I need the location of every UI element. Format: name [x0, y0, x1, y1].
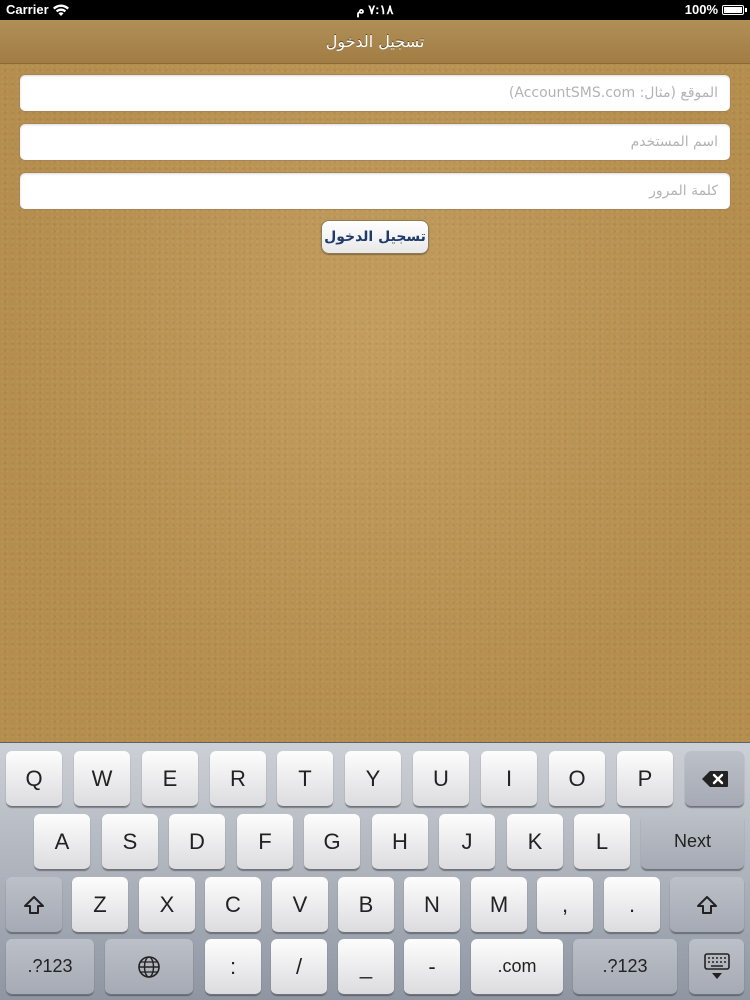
status-bar: Carrier ٧:١٨ م 100% — [0, 0, 750, 20]
site-field[interactable] — [19, 74, 731, 112]
key-o[interactable]: O — [549, 751, 605, 807]
keyboard: Q W E R T Y U I O P A S D F G H J K L Ne… — [0, 742, 750, 1000]
login-button[interactable]: تسجيل الدخول — [321, 220, 429, 254]
username-field[interactable] — [19, 123, 731, 161]
key-v[interactable]: V — [272, 877, 328, 933]
numbers-key-left[interactable]: .?123 — [6, 939, 94, 995]
dotcom-key[interactable]: .com — [471, 939, 563, 995]
key-p[interactable]: P — [617, 751, 673, 807]
key-underscore[interactable]: _ — [338, 939, 394, 995]
keyboard-hide-icon — [703, 952, 730, 979]
login-form: تسجيل الدخول — [0, 64, 750, 742]
key-y[interactable]: Y — [345, 751, 401, 807]
key-slash[interactable]: / — [271, 939, 327, 995]
password-field[interactable] — [19, 172, 731, 210]
key-s[interactable]: S — [102, 814, 158, 870]
battery-percent: 100% — [684, 2, 718, 17]
key-r[interactable]: R — [210, 751, 266, 807]
hide-keyboard-key[interactable] — [689, 939, 744, 995]
key-x[interactable]: X — [139, 877, 195, 933]
shift-icon — [697, 895, 717, 914]
globe-key[interactable] — [105, 939, 193, 995]
key-u[interactable]: U — [413, 751, 469, 807]
key-b[interactable]: B — [338, 877, 394, 933]
backspace-icon — [701, 770, 728, 787]
key-j[interactable]: J — [439, 814, 495, 870]
key-f[interactable]: F — [237, 814, 293, 870]
clock: ٧:١٨ م — [356, 2, 394, 17]
shift-key-left[interactable] — [6, 877, 62, 933]
numbers-key-right[interactable]: .?123 — [573, 939, 677, 995]
key-colon[interactable]: : — [205, 939, 261, 995]
key-d[interactable]: D — [169, 814, 225, 870]
key-w[interactable]: W — [74, 751, 130, 807]
key-g[interactable]: G — [304, 814, 360, 870]
site-input[interactable] — [20, 75, 730, 111]
shift-key-right[interactable] — [670, 877, 744, 933]
battery-icon — [722, 5, 747, 15]
key-n[interactable]: N — [404, 877, 460, 933]
next-key[interactable]: Next — [641, 814, 744, 870]
key-k[interactable]: K — [507, 814, 563, 870]
key-period[interactable]: . — [604, 877, 660, 933]
key-i[interactable]: I — [481, 751, 537, 807]
username-input[interactable] — [20, 124, 730, 160]
key-c[interactable]: C — [205, 877, 261, 933]
key-l[interactable]: L — [574, 814, 630, 870]
key-q[interactable]: Q — [6, 751, 62, 807]
key-a[interactable]: A — [34, 814, 90, 870]
key-m[interactable]: M — [471, 877, 527, 933]
navigation-bar: تسجيل الدخول — [0, 20, 750, 64]
key-e[interactable]: E — [142, 751, 198, 807]
delete-key[interactable] — [685, 751, 744, 807]
key-comma[interactable]: , — [537, 877, 593, 933]
key-t[interactable]: T — [277, 751, 333, 807]
page-title: تسجيل الدخول — [325, 32, 425, 51]
shift-icon — [24, 895, 44, 914]
key-dash[interactable]: - — [404, 939, 460, 995]
password-input[interactable] — [20, 173, 730, 209]
key-z[interactable]: Z — [72, 877, 128, 933]
key-h[interactable]: H — [372, 814, 428, 870]
globe-icon — [138, 955, 160, 978]
